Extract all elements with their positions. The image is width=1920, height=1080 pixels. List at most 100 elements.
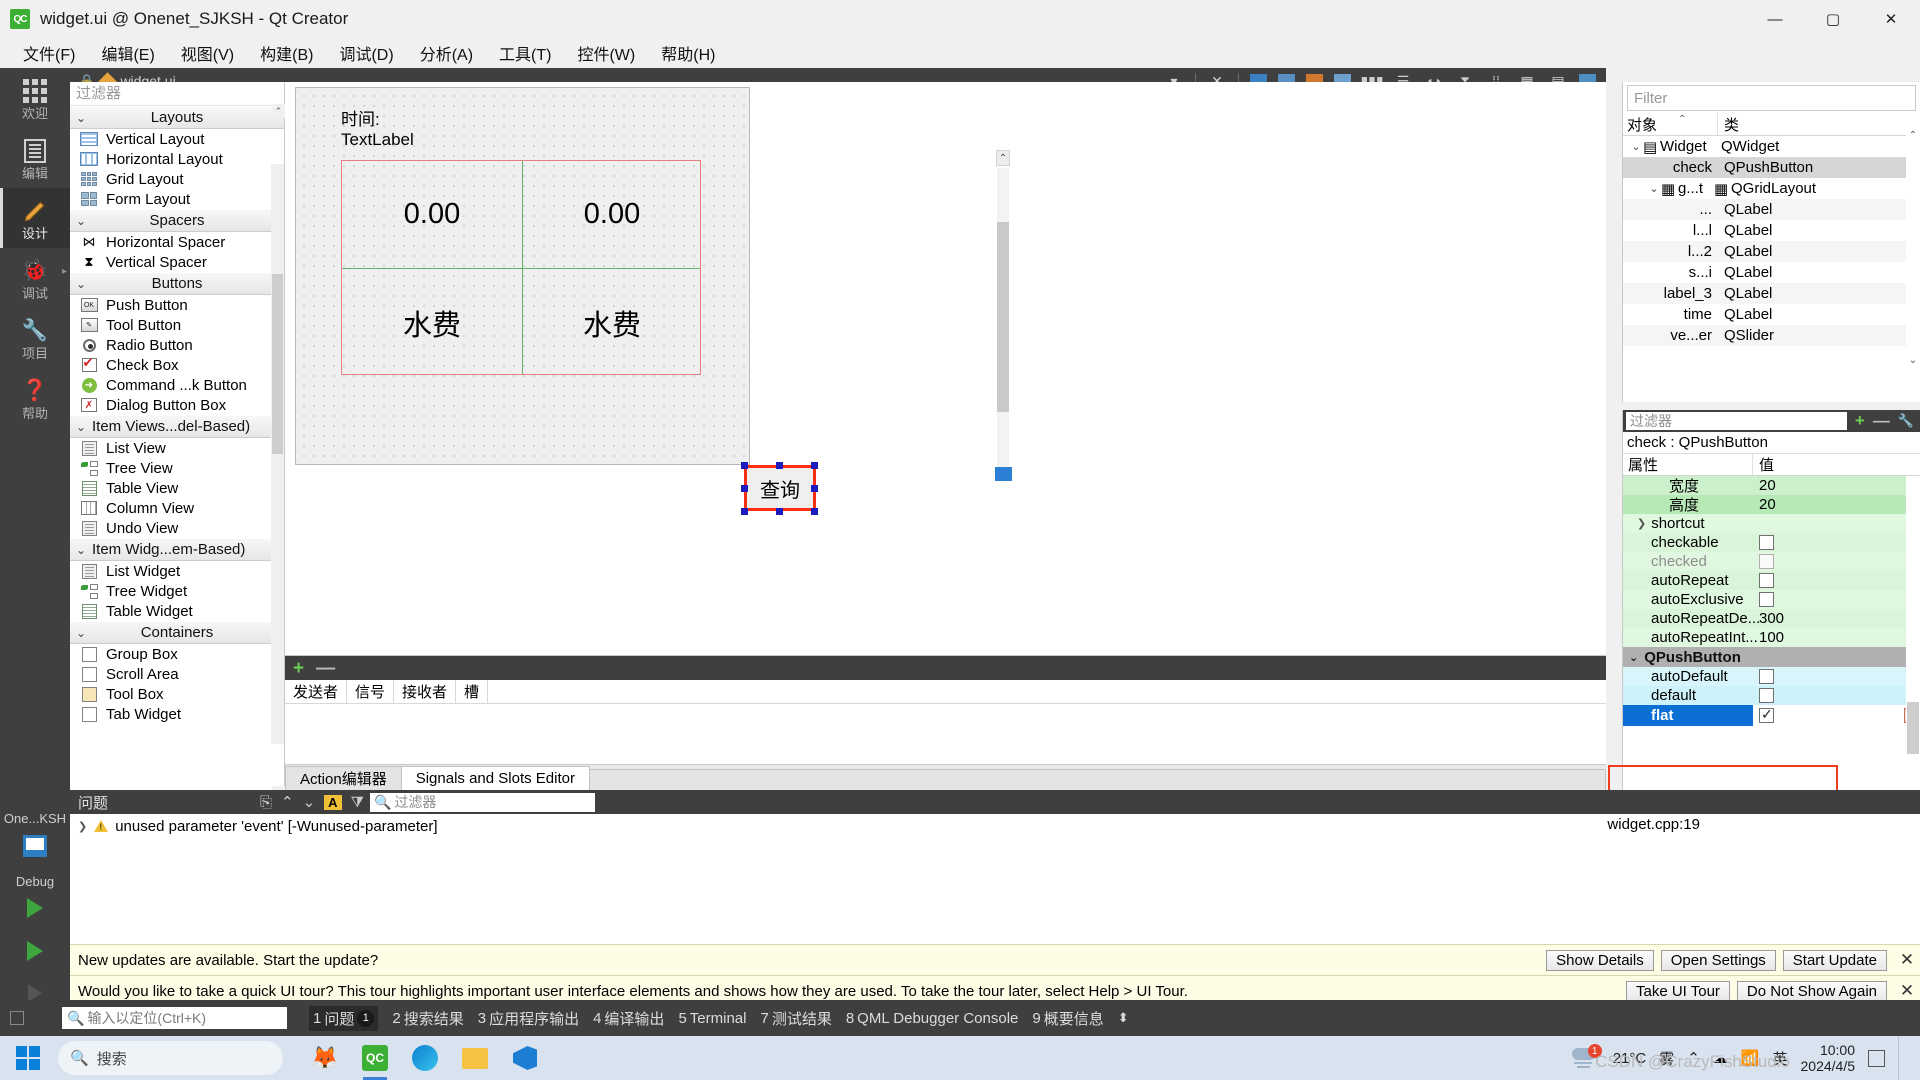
add-connection-button[interactable]: + <box>293 659 304 678</box>
property-value[interactable]: ↩ <box>1753 705 1920 726</box>
canvas-scroll-up-button[interactable]: ⌃ <box>996 150 1010 166</box>
widget-form-layout[interactable]: Form Layout <box>70 189 284 209</box>
kit-name-label[interactable]: One...KSH <box>0 808 70 826</box>
widget-vertical-layout[interactable]: Vertical Layout <box>70 129 284 149</box>
object-filter-input[interactable]: Filter <box>1627 85 1916 111</box>
property-value[interactable]: 20 <box>1753 495 1920 514</box>
property-row-checked[interactable]: checked <box>1623 552 1920 571</box>
widget-box-filter-input[interactable]: 过滤器 <box>70 82 284 106</box>
value-column-header[interactable]: 值 <box>1753 454 1920 475</box>
vertical-slider-widget[interactable] <box>995 467 1012 481</box>
filter-icon[interactable]: ⧩ <box>351 794 364 811</box>
column-signal[interactable]: 信号 <box>347 680 395 703</box>
resize-handle-s[interactable] <box>776 508 783 515</box>
widget-command-link-button[interactable]: ➜ Command ...k Button <box>70 375 284 395</box>
configure-icon[interactable]: 🔧 <box>1898 413 1914 429</box>
resize-handle-se[interactable] <box>811 508 818 515</box>
qt-creator-icon[interactable]: QC <box>355 1040 395 1080</box>
sidebar-toggle-icon[interactable] <box>10 1011 24 1025</box>
output-item-terminal[interactable]: 5 Terminal <box>678 1010 746 1027</box>
expand-issue-icon[interactable]: ❯ <box>78 820 87 833</box>
scroll-up-icon[interactable]: ⌃ <box>1906 128 1920 143</box>
resize-handle-nw[interactable] <box>741 462 748 469</box>
property-value[interactable] <box>1753 514 1920 533</box>
menu-analyze[interactable]: 分析(A) <box>407 38 486 68</box>
mode-debug[interactable]: 🐞 ▸ 调试 <box>0 248 70 308</box>
chevron-down-icon[interactable]: ⌄ <box>1629 651 1638 664</box>
menu-file[interactable]: 文件(F) <box>10 38 88 68</box>
object-row-widget[interactable]: ⌄ ▤ Widget QWidget <box>1623 136 1920 157</box>
widget-tool-box[interactable]: Tool Box <box>70 684 284 704</box>
do-not-show-again-button[interactable]: Do Not Show Again <box>1736 980 1887 1002</box>
widget-vertical-spacer[interactable]: ⧗ Vertical Spacer <box>70 252 284 272</box>
scrollbar-thumb[interactable] <box>1907 702 1919 754</box>
widget-tab-widget[interactable]: Tab Widget <box>70 704 284 724</box>
checkbox-checked-icon[interactable] <box>1759 706 1774 723</box>
object-row-check[interactable]: check QPushButton <box>1623 157 1920 178</box>
object-inspector-scrollbar[interactable]: ⌃ ⌄ <box>1906 128 1920 368</box>
output-item-summary[interactable]: 9 概要信息 <box>1032 1008 1103 1029</box>
form-editor-canvas[interactable]: 时间: TextLabel 0.00 0.00 水费 水费 查询 ⌃ <box>285 82 1606 655</box>
previous-issue-icon[interactable]: ⌃ <box>281 793 294 811</box>
grid-cell-label-3[interactable]: 水费 <box>522 269 702 376</box>
property-filter-input[interactable]: 过滤器 <box>1626 412 1847 430</box>
mode-edit[interactable]: 编辑 <box>0 128 70 188</box>
property-row-autorepeat[interactable]: autoRepeat <box>1623 571 1920 590</box>
object-row-label_3[interactable]: label_3 QLabel <box>1623 283 1920 304</box>
property-editor-scrollbar[interactable] <box>1906 476 1920 776</box>
property-row-default[interactable]: default <box>1623 686 1920 705</box>
widget-group-box[interactable]: Group Box <box>70 644 284 664</box>
property-row-width[interactable]: 宽度 20 <box>1623 476 1920 495</box>
widgetbox-section-containers[interactable]: ⌄ Containers <box>70 621 284 644</box>
start-update-button[interactable]: Start Update <box>1782 949 1887 971</box>
resize-handle-e[interactable] <box>811 485 818 492</box>
widget-scroll-area[interactable]: Scroll Area <box>70 664 284 684</box>
widget-tree-widget[interactable]: Tree Widget <box>70 581 284 601</box>
scroll-down-icon[interactable]: ⌄ <box>1906 353 1920 368</box>
grid-cell-label-1[interactable]: 0.00 <box>522 161 702 268</box>
widget-horizontal-spacer[interactable]: ⋈ Horizontal Spacer <box>70 232 284 252</box>
object-row-time[interactable]: time QLabel <box>1623 304 1920 325</box>
object-row-label-1[interactable]: l...l QLabel <box>1623 220 1920 241</box>
taskbar-search-input[interactable]: 🔍 搜索 <box>58 1041 283 1075</box>
resize-handle-sw[interactable] <box>741 508 748 515</box>
file-explorer-icon[interactable] <box>455 1040 495 1076</box>
checkbox-unchecked-icon[interactable] <box>1759 535 1774 550</box>
property-value[interactable] <box>1753 686 1920 705</box>
widgetbox-section-item-views[interactable]: ⌄ Item Views...del-Based) <box>70 415 284 438</box>
take-ui-tour-button[interactable]: Take UI Tour <box>1625 980 1730 1002</box>
widget-undo-view[interactable]: Undo View <box>70 518 284 538</box>
widgetbox-section-item-widgets[interactable]: ⌄ Item Widg...em-Based) <box>70 538 284 561</box>
locator-input[interactable]: 🔍 输入以定位(Ctrl+K) <box>62 1007 287 1029</box>
output-item-test-results[interactable]: 7 测试结果 <box>760 1008 831 1029</box>
widget-radio-button[interactable]: Radio Button <box>70 335 284 355</box>
object-row-label-2[interactable]: l...2 QLabel <box>1623 241 1920 262</box>
filter-warnings-icon[interactable]: A <box>324 794 342 810</box>
grid-cell-label-0[interactable]: 0.00 <box>342 161 522 268</box>
widgetbox-section-layouts[interactable]: ⌄ Layouts <box>70 106 284 129</box>
widgetbox-section-buttons[interactable]: ⌄ Buttons <box>70 272 284 295</box>
widget-grid-layout[interactable]: Grid Layout <box>70 169 284 189</box>
remove-connection-button[interactable]: — <box>316 659 335 678</box>
widget-push-button[interactable]: OK Push Button <box>70 295 284 315</box>
widget-dialog-button-box[interactable]: ✗ Dialog Button Box <box>70 395 284 415</box>
property-row-height[interactable]: 高度 20 <box>1623 495 1920 514</box>
property-value[interactable]: 100 <box>1753 628 1920 647</box>
chevron-down-icon[interactable]: ⌄ <box>1629 140 1643 153</box>
debug-button[interactable] <box>0 932 70 975</box>
checkbox-unchecked-icon[interactable] <box>1759 688 1774 703</box>
object-row-label-3[interactable]: s...i QLabel <box>1623 262 1920 283</box>
start-button[interactable] <box>6 1041 50 1075</box>
issues-filter-input[interactable]: 🔍 过滤器 <box>369 792 595 812</box>
resize-handle-n[interactable] <box>776 462 783 469</box>
chevron-right-icon[interactable]: ❯ <box>1637 517 1646 530</box>
property-value[interactable] <box>1753 571 1920 590</box>
mode-help[interactable]: ❓ 帮助 <box>0 368 70 428</box>
property-value[interactable]: 300 <box>1753 609 1920 628</box>
close-button[interactable]: ✕ <box>1862 0 1920 38</box>
remove-property-button[interactable]: — <box>1873 411 1890 431</box>
checkbox-unchecked-icon[interactable] <box>1759 592 1774 607</box>
output-item-search-results[interactable]: 2 搜索结果 <box>392 1008 463 1029</box>
edge-icon[interactable] <box>405 1040 445 1076</box>
time-label[interactable]: 时间: TextLabel <box>341 110 414 150</box>
